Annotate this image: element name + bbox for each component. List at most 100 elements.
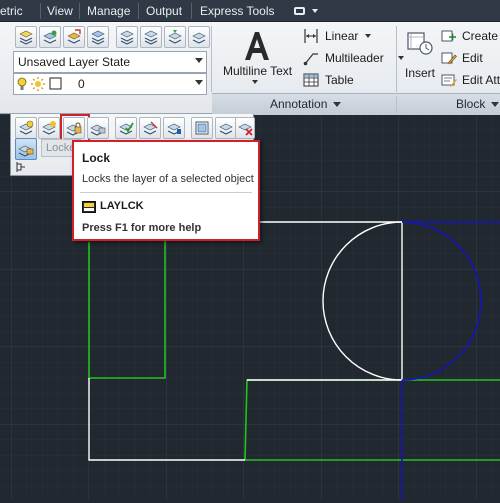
unlock-icon — [90, 124, 106, 136]
layer-delete-x-button[interactable] — [235, 117, 255, 139]
create-label: Create — [462, 29, 499, 43]
layer-change-button[interactable] — [164, 26, 186, 48]
pin-icon[interactable] — [15, 161, 27, 173]
tooltip-help: Press F1 for more help — [82, 222, 202, 234]
current-layer-value: 0 — [78, 77, 85, 91]
locked-field-text: Locke — [46, 142, 76, 154]
layer-change-icon — [168, 30, 182, 44]
multileader-button[interactable]: Multileader — [303, 50, 404, 68]
multiline-text-label: Multiline Text — [223, 64, 293, 78]
layer-freeze-icon — [42, 121, 56, 135]
linear-dimension-button[interactable]: Linear — [303, 28, 395, 46]
layer-copy-icon — [143, 121, 158, 135]
edit-block-icon — [441, 52, 457, 65]
lightbulb-icon — [17, 77, 27, 90]
panel-separator — [211, 26, 212, 92]
chevron-down-icon — [491, 102, 500, 108]
layer-current-button[interactable] — [115, 117, 137, 139]
menu-manage[interactable]: Manage — [87, 4, 130, 18]
edit-attributes-label: Edit Att — [462, 73, 500, 87]
menu-separator — [191, 3, 192, 19]
lock-tooltip: Lock Locks the layer of a selected objec… — [72, 140, 260, 241]
color-square-icon — [49, 77, 62, 90]
sun-icon — [31, 77, 45, 91]
tooltip-divider — [80, 192, 252, 193]
panel-separator — [396, 26, 397, 92]
chevron-down-icon — [195, 80, 203, 85]
edit-block-button[interactable]: Edit — [441, 50, 500, 68]
edit-label: Edit — [462, 51, 483, 65]
layer-isolate-icon — [91, 30, 105, 45]
multileader-icon — [303, 53, 318, 66]
layer-previous-icon — [67, 29, 81, 44]
annotation-panel-title-text: Annotation — [270, 97, 328, 111]
layer-off-button[interactable] — [15, 117, 37, 139]
layer-isolate-button[interactable] — [87, 26, 109, 48]
layer-status-icons — [17, 77, 62, 91]
multiline-text-button[interactable]: Multiline Text — [218, 24, 296, 90]
chevron-down-icon — [333, 102, 342, 108]
locked-layer-icon — [18, 145, 34, 157]
layer-thaw-icon — [195, 121, 209, 135]
linear-dimension-icon — [304, 29, 318, 43]
annotation-panel-title[interactable]: Annotation — [270, 97, 342, 111]
linear-label: Linear — [325, 29, 359, 43]
locked-layer-fading-button[interactable] — [15, 138, 37, 160]
layer-match-button[interactable] — [39, 26, 61, 48]
insert-block-icon — [407, 32, 433, 55]
layer-state-dropdown[interactable]: Unsaved Layer State — [13, 51, 207, 73]
layer-properties-button[interactable] — [15, 26, 37, 48]
app-toggle-icon[interactable] — [290, 4, 324, 18]
edit-attributes-button[interactable]: Edit Att — [441, 72, 500, 90]
layer-nested-icon — [167, 123, 181, 135]
table-label: Table — [325, 73, 354, 87]
create-block-icon — [441, 30, 456, 42]
multiline-text-icon — [245, 32, 269, 60]
menu-parametric[interactable]: etric — [0, 4, 23, 18]
menu-separator — [79, 3, 80, 19]
tooltip-title: Lock — [82, 151, 111, 165]
tooltip-command: LAYLCK — [100, 200, 144, 212]
layer-delete-icon — [192, 32, 206, 44]
layer-translate-icon — [219, 123, 233, 135]
ribbon: Unsaved Layer State 0 Multiline Text Lin… — [0, 22, 500, 115]
chevron-down-icon — [252, 80, 258, 84]
tooltip-description: Locks the layer of a selected object — [82, 173, 254, 185]
layer-previous-button[interactable] — [63, 26, 85, 48]
layer-translate-button[interactable] — [215, 117, 237, 139]
block-panel-title-text: Block — [456, 97, 486, 111]
chevron-down-icon — [195, 58, 203, 63]
unlock-layer-button[interactable] — [87, 117, 109, 139]
layer-nested-button[interactable] — [163, 117, 185, 139]
block-panel-title[interactable]: Block — [456, 97, 500, 111]
layer-merge-button[interactable] — [140, 26, 162, 48]
layer-walk-button[interactable] — [116, 26, 138, 48]
menu-view[interactable]: View — [47, 4, 73, 18]
menu-bar: etric View Manage Output Express Tools — [0, 0, 500, 22]
layer-dropdown[interactable]: 0 — [13, 73, 207, 95]
table-icon — [303, 73, 319, 87]
layer-freeze-button[interactable] — [38, 117, 60, 139]
layer-stack-icon — [19, 30, 33, 45]
table-button[interactable]: Table — [303, 72, 393, 90]
layer-match-icon — [43, 30, 57, 44]
insert-block-button[interactable]: Insert — [402, 26, 438, 90]
layer-walk-icon — [120, 30, 134, 45]
panel-title-bar: Annotation Block — [212, 93, 500, 115]
layer-state-value: Unsaved Layer State — [18, 55, 131, 69]
insert-label: Insert — [405, 66, 436, 80]
laylck-command-icon — [82, 201, 96, 213]
layer-current-icon — [119, 122, 134, 135]
edit-attributes-icon — [441, 74, 457, 87]
layer-delete-button[interactable] — [188, 26, 210, 48]
panel-separator — [396, 96, 397, 112]
menu-output[interactable]: Output — [146, 4, 182, 18]
layer-thaw-all-button[interactable] — [191, 117, 213, 139]
create-block-button[interactable]: Create — [441, 28, 500, 46]
layer-merge-icon — [144, 30, 158, 45]
multileader-label: Multileader — [325, 51, 384, 65]
menu-separator — [40, 3, 41, 19]
layer-off-icon — [19, 120, 34, 135]
menu-express-tools[interactable]: Express Tools — [200, 4, 274, 18]
layer-copy-button[interactable] — [139, 117, 161, 139]
